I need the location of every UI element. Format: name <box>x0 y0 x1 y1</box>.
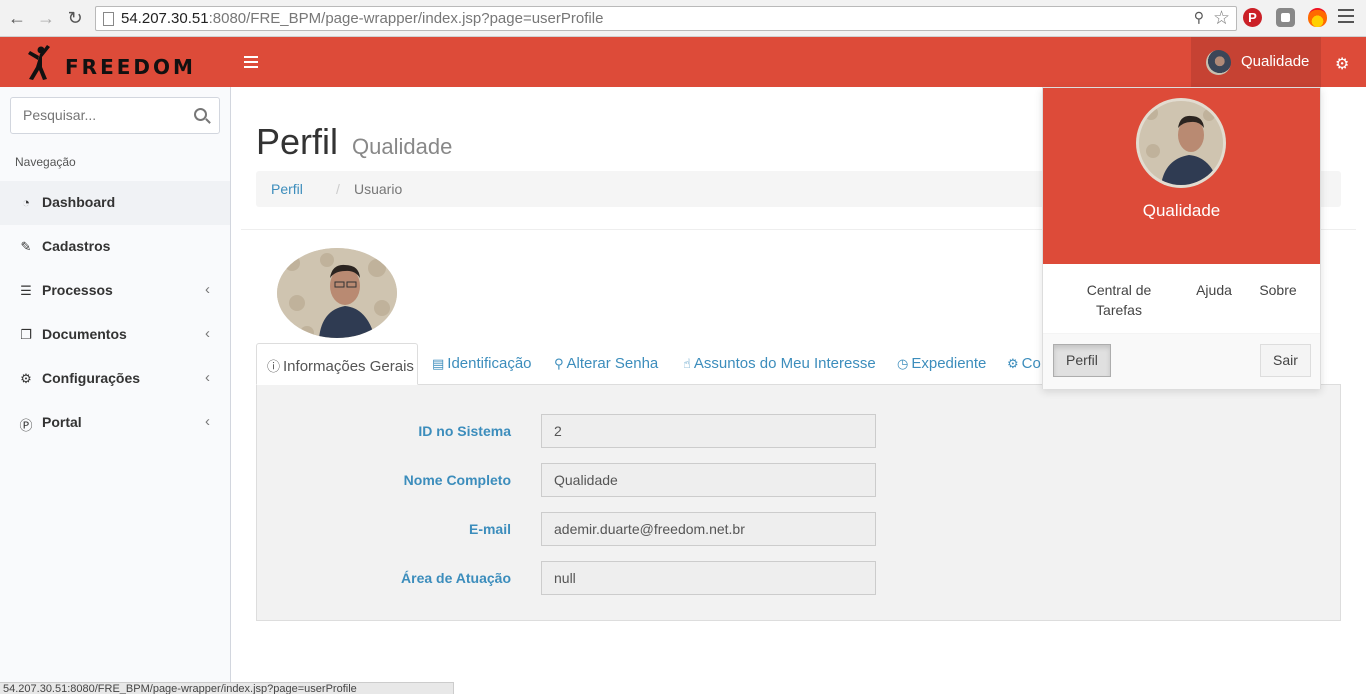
browser-toolbar: ← → ↻ 54.207.30.51:8080/FRE_BPM/page-wra… <box>0 0 1366 37</box>
link-label: Tarefas <box>1096 302 1142 318</box>
breadcrumb-link-perfil[interactable]: Perfil <box>271 181 303 197</box>
app-header: FREEDOM Qualidade ⚙ <box>0 37 1366 87</box>
sidebar-item-documentos[interactable]: ❐ Documentos ‹ <box>0 313 230 357</box>
email-field[interactable]: ademir.duarte@freedom.net.br <box>541 512 876 546</box>
profile-photo <box>277 248 397 338</box>
field-label-email: E-mail <box>468 521 511 537</box>
reload-icon[interactable]: ↻ <box>64 7 86 29</box>
list-icon: ☰ <box>20 283 32 298</box>
ajuda-link[interactable]: Ajuda <box>1191 280 1237 300</box>
sobre-link[interactable]: Sobre <box>1255 280 1301 300</box>
profile-button[interactable]: Perfil <box>1053 344 1111 377</box>
tab-informacoes-gerais[interactable]: ⓘ Informações Gerais <box>256 343 418 385</box>
tab-label: Alterar Senha <box>566 355 659 372</box>
avatar <box>1206 50 1231 75</box>
tab-alterar-senha[interactable]: ⚲ Alterar Senha <box>554 343 658 385</box>
tab-configuracoes[interactable]: ⚙ Co <box>1007 343 1041 385</box>
search-input[interactable] <box>23 107 183 123</box>
tab-label: Identificação <box>447 355 532 372</box>
user-body-links: Central de Tarefas Ajuda Sobre <box>1043 264 1320 334</box>
tab-expediente[interactable]: ◷ Expediente <box>897 343 986 385</box>
user-menu-toggle[interactable]: Qualidade <box>1191 37 1321 87</box>
id-field[interactable]: 2 <box>541 414 876 448</box>
key-icon[interactable]: ⚲ <box>1194 9 1204 26</box>
sidebar-item-label: Documentos <box>42 326 127 342</box>
sidebar-item-label: Processos <box>42 282 113 298</box>
field-label-id: ID no Sistema <box>418 423 511 439</box>
page-subtitle: Qualidade <box>352 134 453 159</box>
sidebar-item-label: Portal <box>42 414 82 430</box>
avatar <box>1136 98 1226 188</box>
tab-label: Informações Gerais <box>283 358 414 375</box>
user-header: Qualidade <box>1043 88 1320 264</box>
url-text[interactable]: 54.207.30.51:8080/FRE_BPM/page-wrapper/i… <box>121 10 603 27</box>
sidebar-item-dashboard[interactable]: ◔ Dashboard <box>0 181 230 225</box>
logout-button[interactable]: Sair <box>1260 344 1311 377</box>
fire-extension-icon[interactable] <box>1308 8 1327 27</box>
freedom-logo[interactable]: FREEDOM <box>22 43 212 83</box>
clock-icon: ◷ <box>897 356 909 371</box>
user-footer: Perfil Sair <box>1043 334 1320 389</box>
sidebar-item-label: Cadastros <box>42 238 111 254</box>
area-field[interactable]: null <box>541 561 876 595</box>
gears-icon: ⚙ <box>1007 356 1019 371</box>
chevron-left-icon: ‹ <box>205 369 210 386</box>
tab-label: Expediente <box>911 355 987 372</box>
link-label: Central de <box>1086 282 1152 298</box>
page-title: Perfil Qualidade <box>256 121 452 163</box>
nome-field[interactable]: Qualidade <box>541 463 876 497</box>
sidebar-item-cadastros[interactable]: ✎ Cadastros <box>0 225 230 269</box>
id-card-icon: ▤ <box>432 356 445 371</box>
tab-panel-informacoes: ID no Sistema 2 Nome Completo Qualidade … <box>256 385 1341 621</box>
search-icon[interactable] <box>194 108 207 121</box>
sidebar-item-label: Configurações <box>42 370 141 386</box>
chevron-left-icon: ‹ <box>205 281 210 298</box>
documents-icon: ❐ <box>20 327 32 342</box>
breadcrumb-separator: / <box>336 181 340 197</box>
back-icon[interactable]: ← <box>6 7 28 29</box>
breadcrumb-current: Usuario <box>354 181 403 197</box>
page-title-text: Perfil <box>256 121 339 162</box>
tab-label: Co <box>1021 355 1041 372</box>
tab-assuntos[interactable]: ☝ Assuntos do Meu Interesse <box>683 343 876 385</box>
gears-icon[interactable]: ⚙ <box>1335 54 1349 74</box>
key-icon: ⚲ <box>554 356 564 371</box>
central-de-tarefas-link[interactable]: Central de Tarefas <box>1079 280 1159 320</box>
forward-icon[interactable]: → <box>35 7 57 29</box>
pinterest-icon: Ⓟ <box>19 418 33 433</box>
tab-identificacao[interactable]: ▤ Identificação <box>432 343 532 385</box>
tab-label: Assuntos do Meu Interesse <box>693 355 876 372</box>
browser-menu-icon[interactable] <box>1338 9 1354 27</box>
field-label-nome: Nome Completo <box>403 472 511 488</box>
status-bar: 54.207.30.51:8080/FRE_BPM/page-wrapper/i… <box>0 682 454 694</box>
dropdown-user-name: Qualidade <box>1142 201 1221 220</box>
logo-text: FREEDOM <box>65 55 196 79</box>
thumbs-up-icon: ☝ <box>683 356 691 371</box>
sidebar-item-configuracoes[interactable]: ⚙ Configurações ‹ <box>0 357 230 401</box>
sidebar-item-processos[interactable]: ☰ Processos ‹ <box>0 269 230 313</box>
dashboard-icon: ◔ <box>22 195 30 210</box>
runner-logo-icon <box>28 45 50 80</box>
extension-icon[interactable] <box>1276 8 1295 27</box>
sidebar-item-portal[interactable]: Ⓟ Portal ‹ <box>0 401 230 445</box>
sidebar: Navegação ◔ Dashboard ✎ Cadastros ☰ Proc… <box>0 87 231 694</box>
field-label-area: Área de Atuação <box>401 570 511 586</box>
page-icon <box>103 12 114 26</box>
gears-icon: ⚙ <box>20 371 32 386</box>
search-box[interactable] <box>10 97 220 134</box>
pinterest-extension-icon[interactable]: P <box>1243 8 1262 27</box>
chevron-left-icon: ‹ <box>205 413 210 430</box>
sidebar-item-label: Dashboard <box>42 194 116 210</box>
bookmark-star-icon[interactable]: ☆ <box>1213 7 1230 30</box>
header-user-name: Qualidade <box>1241 53 1310 70</box>
sidebar-toggle-icon[interactable] <box>244 56 258 71</box>
address-bar[interactable]: 54.207.30.51:8080/FRE_BPM/page-wrapper/i… <box>95 6 1237 31</box>
nav-header: Navegação <box>15 155 76 169</box>
pencil-icon: ✎ <box>20 239 32 254</box>
chevron-left-icon: ‹ <box>205 325 210 342</box>
user-dropdown: Qualidade Central de Tarefas Ajuda Sobre … <box>1042 87 1321 389</box>
info-icon: ⓘ <box>267 359 281 374</box>
